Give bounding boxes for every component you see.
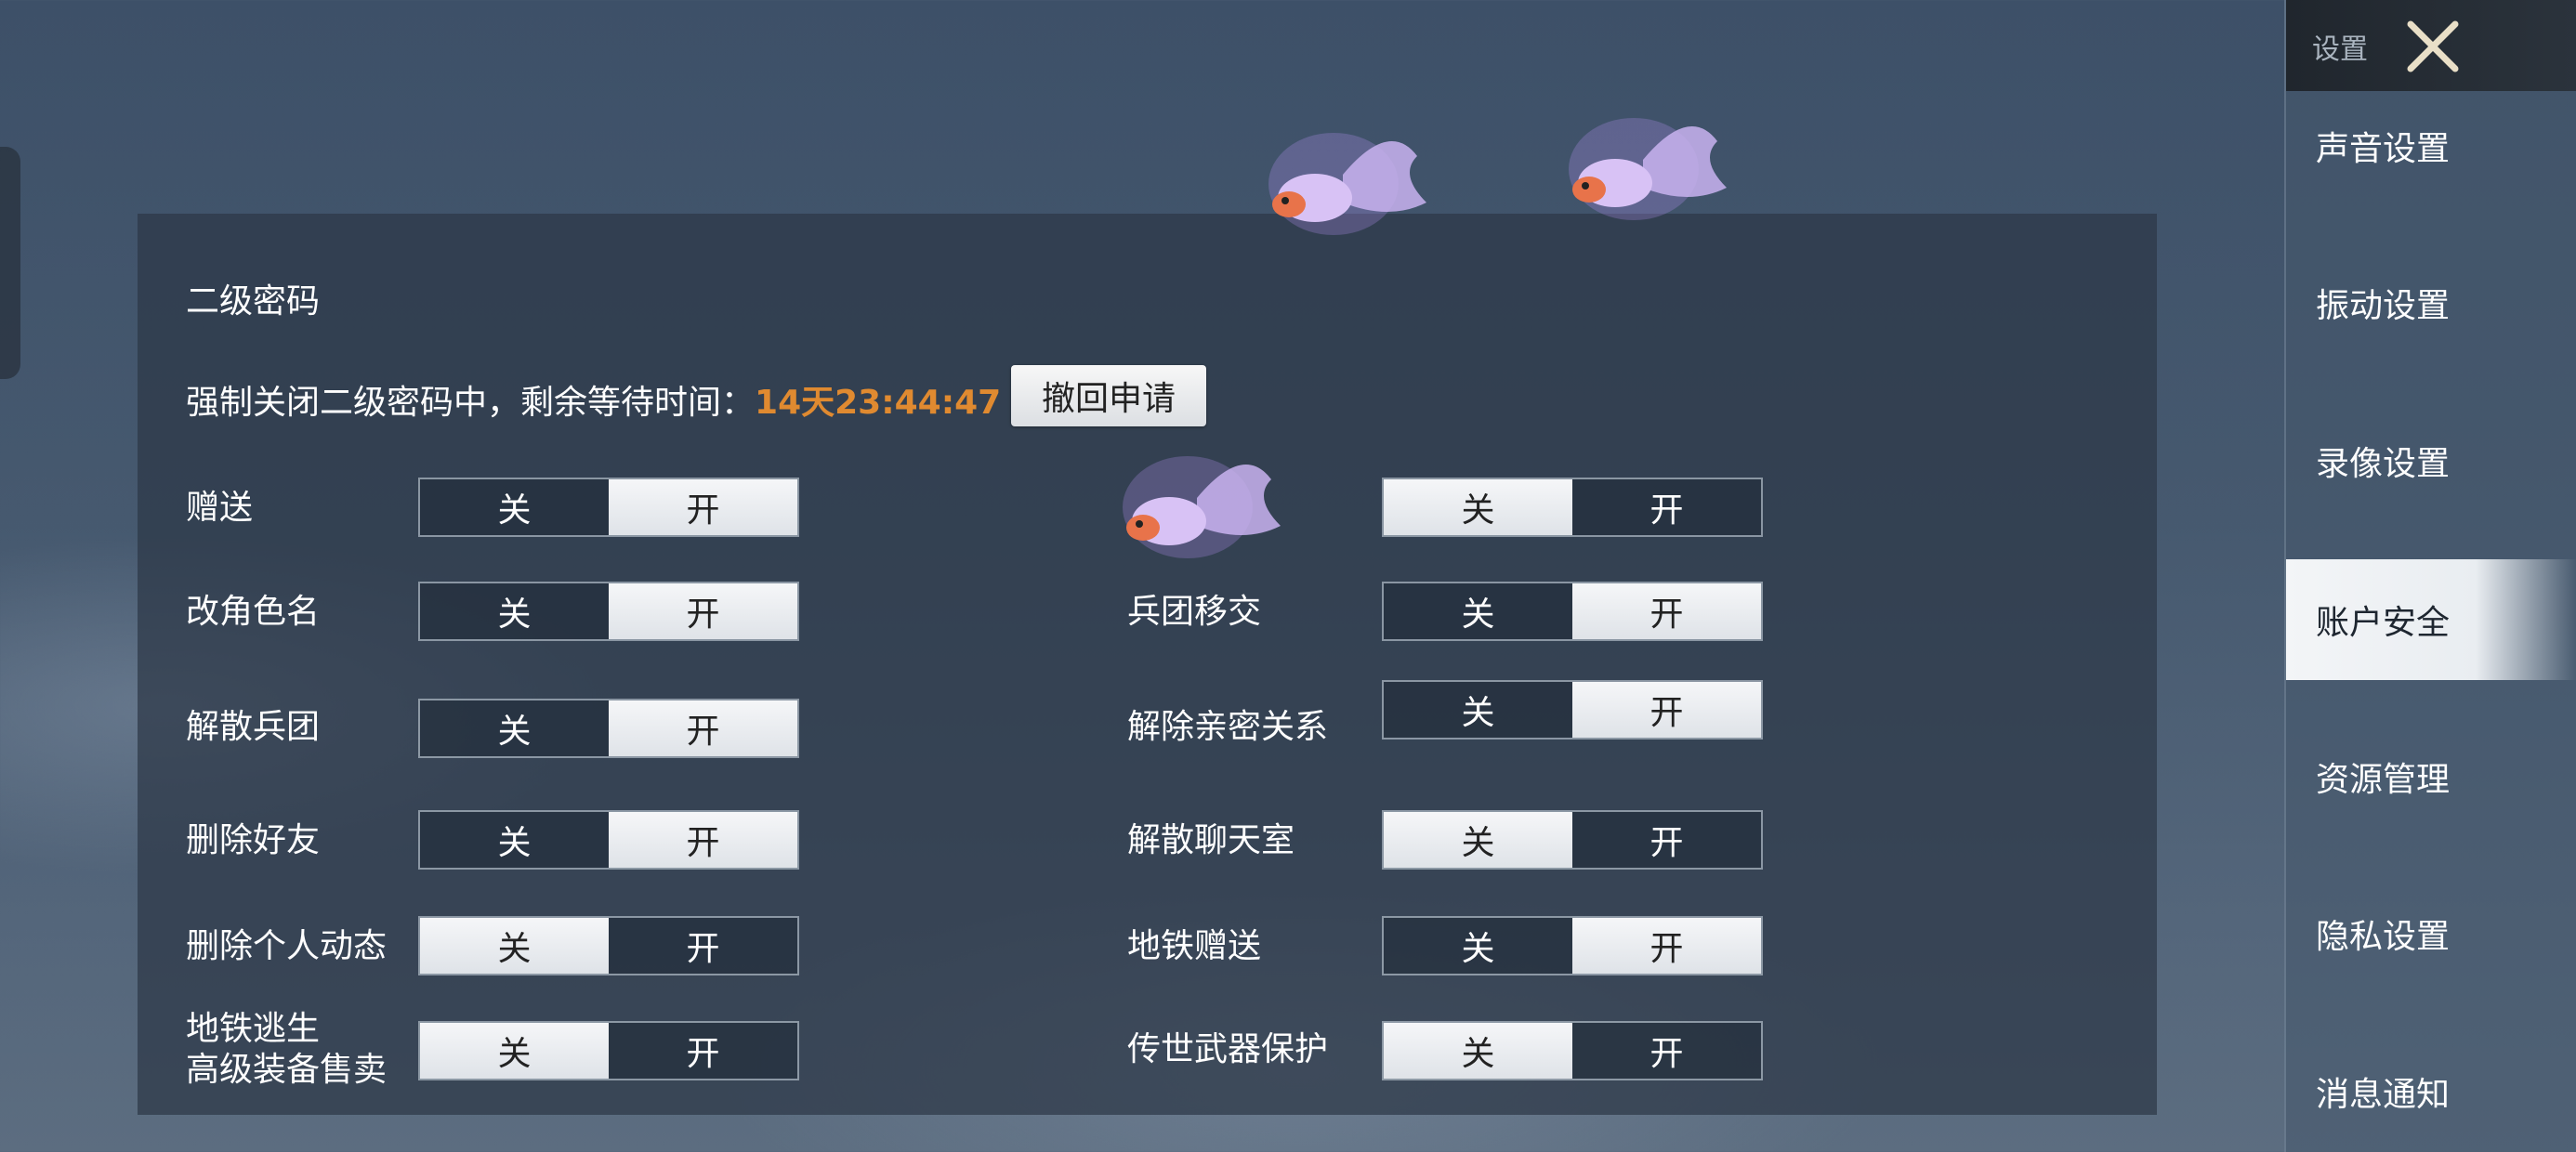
toggle-on-button[interactable]: 开 xyxy=(1572,479,1761,535)
toggle-on-button[interactable]: 开 xyxy=(1572,1023,1761,1079)
toggle-gift: 关 开 xyxy=(418,478,799,537)
row-label-delete-personal-post: 删除个人动态 xyxy=(186,927,388,965)
row-label-metro-gift: 地铁赠送 xyxy=(1127,927,1262,965)
toggle-off-button[interactable]: 关 xyxy=(420,700,609,756)
sidebar-item-recording[interactable]: 录像设置 xyxy=(2286,400,2576,521)
panel-title: 二级密码 xyxy=(186,282,321,321)
toggle-off-button[interactable]: 关 xyxy=(420,918,609,974)
goldfish-decoration-icon xyxy=(1268,133,1426,235)
toggle-on-button[interactable]: 开 xyxy=(1572,812,1761,868)
row-label-delete-friend: 删除好友 xyxy=(186,821,321,859)
sidebar-title: 设置 xyxy=(2312,33,2368,66)
toggle-remove-intimacy: 关 开 xyxy=(1382,680,1763,740)
toggle-on-button[interactable]: 开 xyxy=(1572,918,1761,974)
row-label-gift: 赠送 xyxy=(186,489,254,527)
sidebar-item-resource-management[interactable]: 资源管理 xyxy=(2286,716,2576,837)
sidebar-item-privacy[interactable]: 隐私设置 xyxy=(2286,873,2576,994)
sidebar-item-notifications[interactable]: 消息通知 xyxy=(2286,1031,2576,1152)
goldfish-decoration-icon xyxy=(1123,456,1281,558)
toggle-disband-chatroom: 关 开 xyxy=(1382,810,1763,870)
toggle-on-button[interactable]: 开 xyxy=(609,479,797,535)
left-edge-tab[interactable] xyxy=(0,147,20,379)
toggle-off-button[interactable]: 关 xyxy=(1384,583,1572,639)
toggle-on-button[interactable]: 开 xyxy=(609,583,797,639)
toggle-rename-character: 关 开 xyxy=(418,582,799,641)
row-label-legendary-weapon-protect: 传世武器保护 xyxy=(1127,1030,1329,1068)
toggle-off-button[interactable]: 关 xyxy=(1384,1023,1572,1079)
toggle-off-button[interactable]: 关 xyxy=(1384,682,1572,738)
row-label-line1: 地铁逃生 xyxy=(186,1010,321,1048)
toggle-off-button[interactable]: 关 xyxy=(420,583,609,639)
toggle-off-button[interactable]: 关 xyxy=(420,479,609,535)
toggle-on-button[interactable]: 开 xyxy=(1572,682,1761,738)
toggle-right-row-1: 关 开 xyxy=(1382,478,1763,537)
sidebar-item-sound[interactable]: 声音设置 xyxy=(2286,85,2576,206)
row-label-line2: 高级装备售卖 xyxy=(186,1051,388,1089)
countdown-timer: 14天23:44:47 xyxy=(755,384,1002,422)
toggle-delete-friend: 关 开 xyxy=(418,810,799,870)
toggle-disband-legion: 关 开 xyxy=(418,699,799,758)
settings-sidebar: 设置 声音设置 振动设置 录像设置 账户安全 资源管理 隐私设置 消息通知 xyxy=(2284,0,2576,1152)
row-label-metro-escape: 地铁逃生 高级装备售卖 xyxy=(186,1009,387,1091)
toggle-off-button[interactable]: 关 xyxy=(1384,812,1572,868)
toggle-off-button[interactable]: 关 xyxy=(420,812,609,868)
toggle-off-button[interactable]: 关 xyxy=(1384,479,1572,535)
goldfish-decoration-icon xyxy=(1569,118,1727,220)
sidebar-item-account-security[interactable]: 账户安全 xyxy=(2286,559,2576,680)
row-label-remove-intimacy: 解除亲密关系 xyxy=(1127,708,1329,746)
sidebar-item-vibration[interactable]: 振动设置 xyxy=(2286,242,2576,363)
row-label-disband-legion: 解散兵团 xyxy=(186,708,321,746)
row-label-transfer-legion: 兵团移交 xyxy=(1127,593,1262,631)
row-label-disband-chatroom: 解散聊天室 xyxy=(1127,821,1295,859)
toggle-legendary-weapon-protect: 关 开 xyxy=(1382,1021,1763,1080)
toggle-on-button[interactable]: 开 xyxy=(609,918,797,974)
revoke-request-button[interactable]: 撤回申请 xyxy=(1011,365,1206,426)
toggle-on-button[interactable]: 开 xyxy=(1572,583,1761,639)
toggle-off-button[interactable]: 关 xyxy=(1384,918,1572,974)
notice-text: 强制关闭二级密码中，剩余等待时间： xyxy=(186,384,756,422)
toggle-on-button[interactable]: 开 xyxy=(609,812,797,868)
toggle-off-button[interactable]: 关 xyxy=(420,1023,609,1079)
security-panel xyxy=(138,214,2157,1115)
force-close-notice: 强制关闭二级密码中，剩余等待时间：14天23:44:47 xyxy=(186,375,1001,424)
toggle-transfer-legion: 关 开 xyxy=(1382,582,1763,641)
toggle-metro-gift: 关 开 xyxy=(1382,916,1763,975)
toggle-metro-escape-sale: 关 开 xyxy=(418,1021,799,1080)
toggle-on-button[interactable]: 开 xyxy=(609,700,797,756)
sidebar-header: 设置 xyxy=(2286,0,2576,91)
close-button[interactable] xyxy=(2396,9,2470,84)
toggle-delete-personal-post: 关 开 xyxy=(418,916,799,975)
row-label-rename-character: 改角色名 xyxy=(186,593,321,631)
toggle-on-button[interactable]: 开 xyxy=(609,1023,797,1079)
close-icon xyxy=(2407,20,2459,72)
